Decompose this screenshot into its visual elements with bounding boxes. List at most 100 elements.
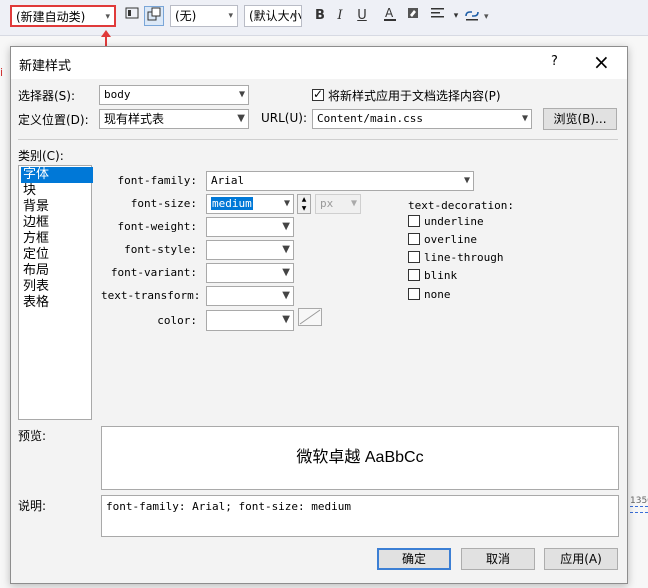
category-item-list[interactable]: 列表 (21, 279, 93, 295)
cancel-button[interactable]: 取消 (461, 548, 535, 570)
apply-to-selection-checkbox[interactable] (312, 87, 324, 101)
svg-text:A: A (385, 6, 394, 20)
font-style-label: font-style: (124, 243, 197, 256)
underline-label: underline (424, 215, 484, 228)
preview-label: 预览: (18, 429, 47, 443)
apply-button[interactable]: 应用(A) (544, 548, 618, 570)
font-name-combo[interactable]: (无) ▾ (170, 5, 238, 27)
font-family-value: Arial (211, 174, 245, 187)
preview-text: 微软卓越 AaBbCc (296, 449, 424, 466)
none-label: none (424, 288, 451, 301)
font-weight-select[interactable]: ▼ (206, 217, 294, 237)
chevron-down-icon: ▼ (282, 244, 290, 255)
text-transform-label: text-transform: (101, 289, 201, 302)
ruler-line (630, 506, 648, 507)
toolbar-overflow-icon[interactable]: ▾ (484, 12, 489, 22)
apply-to-selection-label: 将新样式应用于文档选择内容(P) (328, 89, 501, 103)
blink-label: blink (424, 269, 458, 282)
dialog-titlebar: 新建样式 ? × (11, 47, 627, 79)
category-item-background[interactable]: 背景 (21, 199, 93, 215)
chevron-down-icon: ▼ (350, 198, 357, 209)
apply-new-style-icon[interactable] (144, 6, 164, 26)
align-icon[interactable] (428, 6, 448, 26)
text-transform-select[interactable]: ▼ (206, 286, 294, 306)
chevron-down-icon: ▼ (463, 175, 470, 186)
ruler-line (630, 512, 648, 513)
ok-button[interactable]: 确定 (377, 548, 451, 570)
category-item-position[interactable]: 定位 (21, 247, 93, 263)
define-in-select[interactable]: 现有样式表 ▼ (99, 109, 249, 129)
separator (18, 139, 618, 140)
line-through-checkbox[interactable] (408, 251, 420, 263)
font-size-combo[interactable]: (默认大小 ▾ (244, 5, 302, 27)
code-fragment: i (0, 66, 4, 79)
chevron-down-icon: ▼ (282, 221, 290, 232)
category-item-block[interactable]: 块 (21, 183, 93, 199)
category-item-font[interactable]: 字体 (21, 167, 93, 183)
target-rule-icon[interactable] (122, 6, 142, 26)
chevron-down-icon: ▼ (238, 89, 245, 100)
chevron-down-icon: ▼ (282, 267, 290, 278)
italic-button[interactable]: I (330, 6, 350, 26)
url-label: URL(U): (261, 111, 307, 125)
dialog-title: 新建样式 (19, 59, 72, 74)
category-item-box[interactable]: 方框 (21, 231, 93, 247)
chevron-down-icon: ▼ (237, 113, 245, 124)
blink-checkbox[interactable] (408, 269, 420, 281)
chevron-down-icon: ▾ (292, 11, 297, 21)
underline-checkbox[interactable] (408, 215, 420, 227)
category-item-border[interactable]: 边框 (21, 215, 93, 231)
font-variant-select[interactable]: ▼ (206, 263, 294, 283)
overline-label: overline (424, 233, 477, 246)
description-text: font-family: Arial; font-size: medium (106, 500, 352, 513)
font-name-combo-value: (无) (175, 9, 197, 23)
close-icon[interactable]: × (593, 50, 610, 74)
new-style-dialog: 新建样式 ? × 选择器(S): body ▼ 将新样式应用于文档选择内容(P)… (10, 46, 628, 584)
chevron-down-icon: ▼ (282, 290, 290, 301)
selector-label: 选择器(S): (18, 89, 76, 103)
url-input[interactable]: Content/main.css ▼ (312, 109, 532, 129)
browse-button[interactable]: 浏览(B)... (543, 108, 617, 130)
chevron-down-icon: ▾ (105, 12, 110, 22)
description-label: 说明: (18, 499, 47, 513)
style-class-combo[interactable]: (新建自动类) ▾ (10, 5, 116, 27)
font-color-icon[interactable]: A (380, 6, 400, 26)
help-button[interactable]: ? (551, 54, 558, 69)
category-item-layout[interactable]: 布局 (21, 263, 93, 279)
define-in-label: 定义位置(D): (18, 113, 89, 127)
link-icon[interactable] (462, 6, 482, 26)
chevron-down-icon: ▼ (283, 198, 290, 209)
color-select[interactable]: ▼ (206, 310, 294, 331)
text-decoration-label: text-decoration: (408, 199, 514, 212)
font-size-input[interactable]: medium ▼ (206, 194, 294, 214)
color-label: color: (157, 314, 197, 327)
category-list[interactable]: 字体 块 背景 边框 方框 定位 布局 列表 表格 (18, 165, 93, 420)
font-size-unit-select[interactable]: px ▼ (315, 194, 361, 214)
callout-arrow-head (101, 30, 111, 37)
font-size-unit-value: px (320, 197, 334, 210)
color-picker-swatch[interactable] (298, 308, 322, 326)
font-size-value: medium (211, 197, 253, 210)
category-label: 类别(C): (18, 149, 64, 163)
define-in-value: 现有样式表 (104, 112, 165, 126)
description-box: font-family: Arial; font-size: medium (101, 495, 619, 537)
underline-button[interactable]: U (352, 6, 372, 26)
ruler-number: 1350 (630, 496, 648, 506)
highlight-icon[interactable] (403, 6, 423, 26)
overline-checkbox[interactable] (408, 233, 420, 245)
chevron-down-icon: ▾ (228, 11, 233, 21)
none-checkbox[interactable] (408, 288, 420, 300)
preview-box: 微软卓越 AaBbCc (101, 426, 619, 490)
font-weight-label: font-weight: (117, 220, 197, 233)
font-size-spinner[interactable]: ▲ ▼ (297, 194, 311, 214)
font-style-select[interactable]: ▼ (206, 240, 294, 260)
chevron-down-icon: ▼ (282, 314, 290, 325)
url-value: Content/main.css (317, 112, 423, 125)
font-family-label: font-family: (117, 174, 197, 187)
selector-input[interactable]: body ▼ (99, 85, 249, 105)
font-family-input[interactable]: Arial ▼ (206, 171, 474, 191)
bold-button[interactable]: B (310, 6, 330, 26)
category-item-table[interactable]: 表格 (21, 295, 93, 311)
line-through-label: line-through (424, 251, 504, 264)
font-size-label: font-size: (130, 197, 197, 210)
